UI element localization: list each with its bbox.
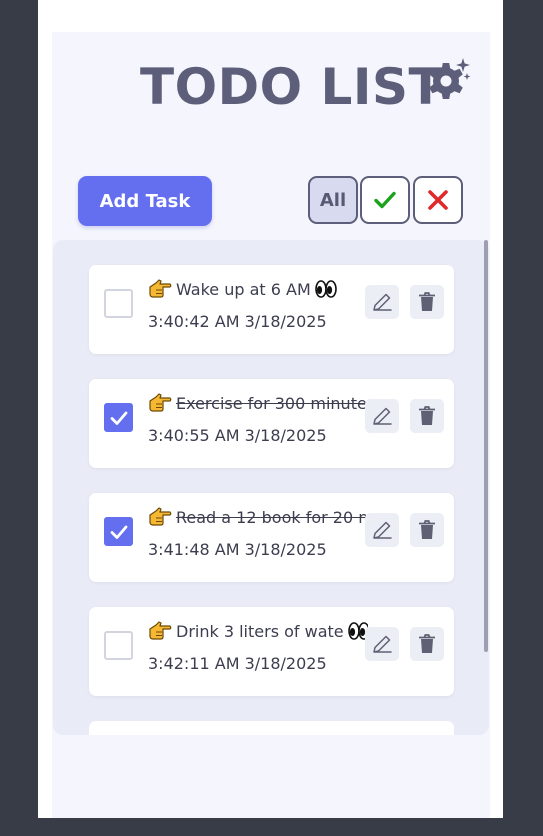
task-title-line: Wake up at 6 AM [148, 276, 368, 302]
cross-icon [428, 190, 448, 210]
gear-sparkle-icon [429, 58, 471, 99]
pointing-hand-icon [149, 507, 172, 526]
task-checkbox[interactable] [104, 517, 133, 546]
task-card-partial [89, 721, 454, 735]
task-card: Drink 3 liters of wate 3:42:11 AM 3/18/2… [89, 607, 454, 696]
pointing-hand-icon [149, 279, 172, 298]
checkmark-icon [110, 525, 127, 539]
filter-all-button[interactable]: All [308, 176, 358, 224]
task-title-line: Read a 12 book for 20 m [148, 504, 368, 530]
task-list-scrollbar[interactable] [484, 240, 488, 652]
task-text: Read a 12 book for 20 m [176, 507, 368, 527]
task-timestamp: 3:42:11 AM 3/18/2025 [148, 654, 327, 673]
task-text: Exercise for 300 minutes [176, 393, 368, 413]
add-task-button[interactable]: Add Task [78, 176, 212, 226]
task-title-line: Drink 3 liters of wate [148, 618, 368, 644]
page-title: TODO LIST [140, 58, 444, 116]
task-title-line: Exercise for 300 minutes [148, 390, 368, 416]
edit-button[interactable] [365, 285, 399, 319]
trash-icon [419, 520, 435, 539]
pencil-icon [373, 407, 392, 425]
task-text: Drink 3 liters of wate [176, 621, 344, 641]
filter-completed-button[interactable] [360, 176, 410, 224]
delete-button[interactable] [410, 285, 444, 319]
task-card: Wake up at 6 AM 3:40:42 AM 3/18/2025 [89, 265, 454, 354]
eyes-emoji-icon [314, 280, 337, 298]
task-card: Read a 12 book for 20 m 3:41:48 AM 3/18/… [89, 493, 454, 582]
filter-all-label: All [319, 189, 347, 211]
check-icon [374, 191, 396, 209]
task-checkbox[interactable] [104, 631, 133, 660]
trash-icon [419, 292, 435, 311]
trash-icon [419, 406, 435, 425]
task-timestamp: 3:41:48 AM 3/18/2025 [148, 540, 327, 559]
pencil-icon [373, 293, 392, 311]
checkmark-icon [110, 411, 127, 425]
edit-button[interactable] [365, 513, 399, 547]
delete-button[interactable] [410, 513, 444, 547]
pointing-hand-icon [149, 621, 172, 640]
pointing-hand-icon [149, 393, 172, 412]
trash-icon [419, 634, 435, 653]
task-checkbox[interactable] [104, 403, 133, 432]
theme-toggle-button[interactable] [424, 56, 472, 102]
edit-button[interactable] [365, 399, 399, 433]
task-text: Wake up at 6 AM [176, 279, 311, 299]
delete-button[interactable] [410, 627, 444, 661]
pencil-icon [373, 635, 392, 653]
edit-button[interactable] [365, 627, 399, 661]
task-card: Exercise for 300 minutes 3:40:55 AM 3/18… [89, 379, 454, 468]
task-timestamp: 3:40:42 AM 3/18/2025 [148, 312, 327, 331]
filter-incomplete-button[interactable] [413, 176, 463, 224]
delete-button[interactable] [410, 399, 444, 433]
task-timestamp: 3:40:55 AM 3/18/2025 [148, 426, 327, 445]
task-checkbox[interactable] [104, 289, 133, 318]
pencil-icon [373, 521, 392, 539]
